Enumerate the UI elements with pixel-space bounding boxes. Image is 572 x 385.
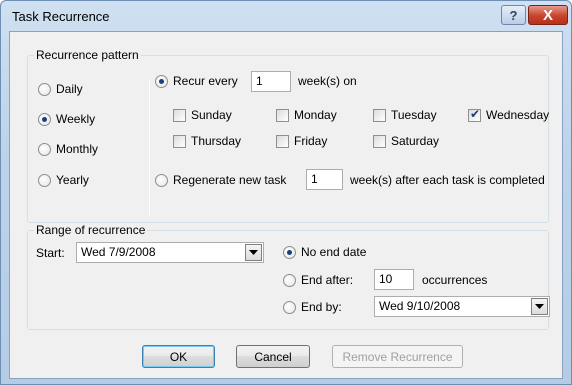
start-date-dropdown[interactable]: Wed 7/9/2008 [76, 242, 264, 263]
recur-every-input[interactable]: 1 [251, 71, 291, 92]
radio-daily[interactable] [38, 83, 51, 96]
ok-button[interactable]: OK [142, 345, 215, 368]
radio-weekly[interactable] [38, 113, 51, 126]
radio-end-by[interactable] [283, 301, 296, 314]
saturday-label: Saturday [391, 134, 440, 148]
remove-recurrence-button[interactable]: Remove Recurrence [332, 345, 463, 368]
range-of-recurrence-label: Range of recurrence [34, 223, 148, 237]
range-of-recurrence-group: Range of recurrence Start: Wed 7/9/2008 … [27, 223, 550, 330]
checkbox-thursday[interactable] [173, 135, 186, 148]
radio-no-end-date[interactable] [283, 246, 296, 259]
occurrences-label: occurrences [422, 273, 488, 287]
recur-every-label: Recur every [173, 74, 238, 88]
weekly-label: Weekly [56, 112, 96, 126]
weeks-on-label: week(s) on [298, 74, 357, 88]
checkbox-monday[interactable] [276, 109, 289, 122]
checkbox-wednesday[interactable] [468, 107, 481, 122]
monthly-label: Monthly [56, 142, 99, 156]
checkbox-tuesday[interactable] [373, 109, 386, 122]
radio-recur-every[interactable] [155, 75, 168, 88]
pattern-separator [149, 80, 150, 216]
title-bar[interactable]: Task Recurrence ? X [1, 1, 571, 31]
start-label: Start: [36, 246, 65, 260]
monday-label: Monday [294, 108, 337, 122]
end-after-input[interactable]: 10 [374, 269, 414, 290]
radio-yearly[interactable] [38, 174, 51, 187]
tuesday-label: Tuesday [391, 108, 437, 122]
help-icon: ? [509, 7, 518, 23]
task-recurrence-dialog: Task Recurrence ? X Recurrence pattern D… [0, 0, 572, 385]
checkbox-saturday[interactable] [373, 135, 386, 148]
start-date-value: Wed 7/9/2008 [81, 245, 156, 259]
daily-label: Daily [56, 82, 83, 96]
checkbox-friday[interactable] [276, 135, 289, 148]
end-by-date-dropdown[interactable]: Wed 9/10/2008 [374, 296, 550, 317]
dialog-body: Recurrence pattern Daily Weekly Monthly … [9, 31, 563, 379]
end-by-label: End by: [301, 300, 342, 314]
checkbox-sunday[interactable] [173, 109, 186, 122]
end-by-date-value: Wed 9/10/2008 [379, 299, 461, 313]
thursday-label: Thursday [191, 134, 242, 148]
regenerate-suffix: week(s) after each task is completed [350, 173, 545, 187]
close-button[interactable]: X [528, 5, 568, 25]
dialog-title: Task Recurrence [12, 9, 110, 24]
recurrence-pattern-label: Recurrence pattern [34, 48, 141, 62]
cancel-button[interactable]: Cancel [236, 345, 310, 368]
chevron-down-icon[interactable] [531, 298, 548, 315]
end-after-label: End after: [301, 273, 354, 287]
sunday-label: Sunday [191, 108, 232, 122]
recurrence-pattern-group: Recurrence pattern Daily Weekly Monthly … [27, 48, 550, 223]
regenerate-input[interactable]: 1 [306, 169, 343, 190]
radio-monthly[interactable] [38, 143, 51, 156]
friday-label: Friday [294, 134, 328, 148]
radio-end-after[interactable] [283, 274, 296, 287]
wednesday-label: Wednesday [486, 108, 550, 122]
yearly-label: Yearly [56, 173, 89, 187]
chevron-down-icon[interactable] [245, 244, 262, 261]
no-end-date-label: No end date [301, 245, 367, 259]
radio-regenerate[interactable] [155, 174, 168, 187]
regenerate-label: Regenerate new task [173, 173, 287, 187]
close-icon: X [542, 6, 553, 24]
help-button[interactable]: ? [501, 5, 526, 25]
